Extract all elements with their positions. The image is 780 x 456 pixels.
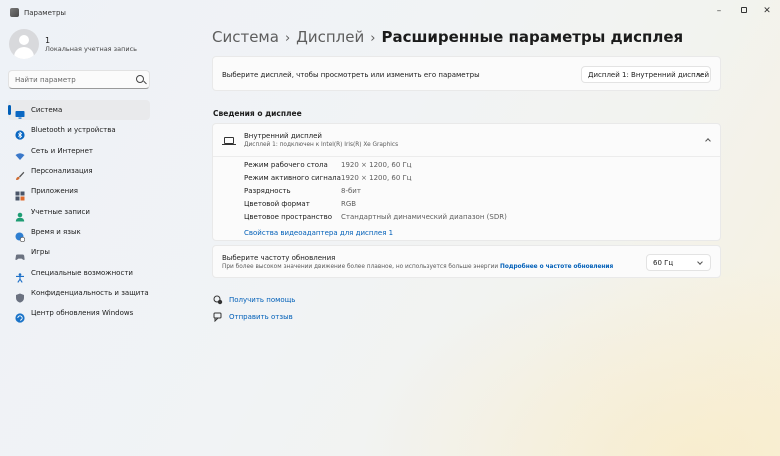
chevron-down-icon	[697, 259, 703, 265]
send-feedback-link[interactable]: Отправить отзыв	[229, 313, 293, 321]
sidebar-item-label: Bluetooth и устройства	[31, 126, 116, 135]
display-info-card: Внутренний дисплей Дисплей 1: подключен …	[212, 123, 721, 241]
monitor-icon	[15, 105, 25, 119]
avatar-body-shape	[14, 47, 34, 59]
maximize-button[interactable]	[733, 4, 755, 18]
spec-label: Режим активного сигнала	[244, 174, 341, 182]
sidebar-item-accounts[interactable]: Учетные записи	[8, 201, 150, 222]
avatar-head-shape	[19, 35, 29, 45]
profile-name: 1	[45, 36, 51, 45]
refresh-rate-dropdown[interactable]: 60 Гц	[646, 254, 711, 271]
spec-label: Цветовой формат	[244, 200, 310, 208]
sidebar-item-apps[interactable]: Приложения	[8, 181, 150, 201]
wifi-icon	[15, 146, 25, 160]
adapter-properties-link[interactable]: Свойства видеоадаптера для дисплея 1	[244, 229, 393, 237]
display-select-dropdown[interactable]: Дисплей 1: Внутренний дисплей	[581, 66, 711, 83]
title-bar: Параметры – ✕	[0, 0, 780, 26]
sidebar-item-label: Конфиденциальность и защита	[31, 288, 149, 297]
spec-value: Стандартный динамический диапазон (SDR)	[341, 213, 507, 221]
shield-icon	[15, 288, 25, 303]
refresh-rate-value: 60 Гц	[653, 259, 674, 267]
section-title: Сведения о дисплее	[213, 109, 302, 118]
sidebar-item-gaming[interactable]: Игры	[8, 242, 150, 262]
search-icon	[136, 75, 144, 83]
settings-app-icon	[10, 8, 19, 17]
laptop-icon	[222, 137, 236, 146]
help-icon	[213, 295, 223, 305]
globe-clock-icon	[15, 227, 26, 243]
spec-label: Режим рабочего стола	[244, 161, 328, 169]
display-info-title: Внутренний дисплей	[244, 132, 322, 140]
sidebar-item-label: Специальные возможности	[31, 268, 133, 277]
background-glow	[360, 256, 780, 456]
minimize-button[interactable]: –	[708, 4, 730, 18]
sidebar-item-bluetooth[interactable]: Bluetooth и устройства	[8, 120, 150, 141]
breadcrumb-display[interactable]: Дисплей	[296, 28, 364, 46]
breadcrumb: Система › Дисплей › Расширенные параметры ди…	[212, 28, 683, 46]
search-placeholder: Найти параметр	[15, 76, 76, 84]
sidebar-item-time[interactable]: Время и язык	[8, 222, 150, 243]
sidebar-item-label: Время и язык	[31, 227, 81, 236]
refresh-rate-description-text: При более высоком значении движение боле…	[222, 264, 499, 270]
sidebar-item-update[interactable]: Центр обновления Windows	[8, 303, 150, 323]
person-icon	[15, 207, 25, 222]
bluetooth-icon	[15, 125, 25, 141]
spec-value: RGB	[341, 200, 357, 208]
refresh-rate-description: При более высоком значении движение боле…	[222, 264, 613, 270]
sidebar-item-label: Система	[31, 106, 63, 115]
sidebar-item-network[interactable]: Сеть и Интернет	[8, 141, 150, 161]
display-info-header[interactable]: Внутренний дисплей Дисплей 1: подключен …	[213, 124, 720, 157]
sidebar-item-system[interactable]: Система	[8, 100, 150, 121]
spec-value: 8-бит	[341, 187, 361, 195]
page-title: Расширенные параметры дисплея	[381, 28, 684, 46]
window-title: Параметры	[24, 9, 66, 17]
breadcrumb-separator: ›	[284, 31, 291, 46]
breadcrumb-separator: ›	[370, 31, 376, 46]
gamepad-icon	[15, 247, 25, 261]
spec-label: Разрядность	[244, 187, 291, 195]
sidebar-item-privacy[interactable]: Конфиденциальность и защита	[8, 283, 150, 303]
update-icon	[15, 308, 25, 323]
apps-icon	[15, 186, 25, 201]
get-help-link[interactable]: Получить помощь	[229, 296, 295, 304]
spec-value: 1920 × 1200, 60 Гц	[341, 161, 412, 169]
select-display-card: Выберите дисплей, чтобы просмотреть или …	[212, 56, 721, 91]
sidebar-nav: Система Bluetooth и устройства Сеть и Инте…	[8, 100, 150, 323]
spec-value: 1920 × 1200, 60 Гц	[341, 174, 412, 182]
refresh-rate-card: Выберите частоту обновления При более вы…	[212, 245, 721, 278]
sidebar-item-label: Приложения	[31, 187, 78, 196]
display-select-value: Дисплей 1: Внутренний дисплей	[588, 71, 710, 79]
avatar[interactable]	[9, 29, 39, 59]
restore-icon	[741, 7, 747, 13]
display-info-subtitle: Дисплей 1: подключен к Intel(R) Iris(R) …	[244, 142, 399, 148]
search-input[interactable]: Найти параметр	[8, 70, 150, 89]
breadcrumb-system[interactable]: Система	[212, 28, 279, 46]
sidebar-item-label: Персонализация	[31, 167, 93, 176]
accessibility-icon	[15, 268, 25, 283]
chevron-up-icon[interactable]	[705, 138, 711, 144]
spec-label: Цветовое пространство	[244, 213, 333, 221]
profile-account-type: Локальная учетная запись	[45, 45, 137, 53]
select-display-label: Выберите дисплей, чтобы просмотреть или …	[222, 71, 480, 79]
feedback-icon	[213, 312, 222, 322]
sidebar-item-label: Учетные записи	[31, 207, 90, 216]
sidebar-item-personalization[interactable]: Персонализация	[8, 161, 150, 181]
close-button[interactable]: ✕	[756, 4, 778, 18]
sidebar-item-accessibility[interactable]: Специальные возможности	[8, 262, 150, 283]
sidebar-item-label: Игры	[31, 248, 50, 257]
refresh-rate-title: Выберите частоту обновления	[222, 254, 336, 262]
sidebar-item-label: Центр обновления Windows	[31, 309, 134, 318]
sidebar-item-label: Сеть и Интернет	[31, 146, 93, 155]
brush-icon	[15, 166, 25, 181]
refresh-rate-more-link[interactable]: Подробнее о частоте обновления	[500, 264, 613, 270]
